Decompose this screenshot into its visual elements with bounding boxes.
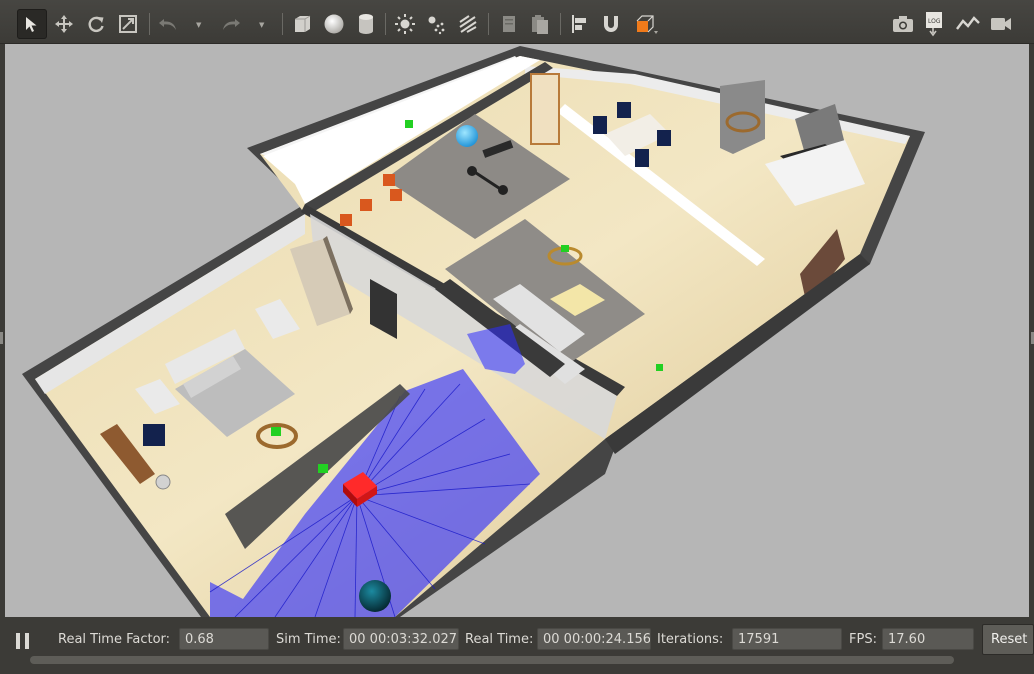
redo-icon[interactable] <box>218 11 244 37</box>
screenshot-icon[interactable] <box>890 11 916 37</box>
fps-label: FPS: <box>849 632 877 647</box>
align-icon[interactable] <box>567 11 593 37</box>
iterations-field: 17591 <box>732 628 842 650</box>
select-mode-icon[interactable] <box>17 9 47 39</box>
real-time-label: Real Time: <box>465 632 534 647</box>
plot-icon[interactable] <box>955 11 981 37</box>
box-shape-icon[interactable] <box>289 11 315 37</box>
green-marker <box>318 464 328 473</box>
magnet-snap-icon[interactable] <box>598 11 624 37</box>
cylinder-shape-icon[interactable] <box>353 11 379 37</box>
scale-mode-icon[interactable] <box>115 11 141 37</box>
point-light-icon[interactable] <box>392 11 418 37</box>
directional-light-icon[interactable] <box>455 11 481 37</box>
3d-viewport[interactable] <box>5 44 1029 617</box>
real-time-factor-label: Real Time Factor: <box>58 632 171 647</box>
sphere-shape-icon[interactable] <box>321 11 347 37</box>
log-label: LOG <box>928 18 941 25</box>
sim-time-field: 00 00:03:32.027 <box>343 628 459 650</box>
pause-button[interactable] <box>14 631 34 653</box>
metal-object <box>155 474 171 490</box>
undo-icon[interactable] <box>155 11 181 37</box>
scene-render[interactable] <box>5 44 1029 617</box>
paste-icon[interactable] <box>527 11 553 37</box>
toolbar: ▼ ▼ LOG <box>0 0 1034 44</box>
sim-time-label: Sim Time: <box>276 632 341 647</box>
copy-icon[interactable] <box>496 11 522 37</box>
window-dining <box>530 73 560 145</box>
real-time-factor-field: 0.68 <box>179 628 269 650</box>
fps-field: 17.60 <box>882 628 974 650</box>
status-bar: Real Time Factor: 0.68 Sim Time: 00 00:0… <box>0 620 1034 674</box>
change-view-icon[interactable] <box>634 11 660 37</box>
iterations-label: Iterations: <box>657 632 724 647</box>
spot-light-icon[interactable] <box>423 11 449 37</box>
reset-button[interactable]: Reset <box>982 624 1034 655</box>
exercise-ball <box>456 125 478 147</box>
translate-mode-icon[interactable] <box>51 11 77 37</box>
log-icon[interactable]: LOG <box>922 11 948 37</box>
redo-dropdown-icon[interactable]: ▼ <box>259 21 264 29</box>
undo-dropdown-icon[interactable]: ▼ <box>196 21 201 29</box>
teal-ball <box>359 580 391 612</box>
bedroom-chair <box>143 424 165 446</box>
left-panel-handle[interactable] <box>0 332 3 344</box>
rotate-mode-icon[interactable] <box>83 11 109 37</box>
real-time-field: 00 00:00:24.156 <box>537 628 651 650</box>
record-video-icon[interactable] <box>988 11 1014 37</box>
horizontal-scrollbar[interactable] <box>30 656 954 664</box>
